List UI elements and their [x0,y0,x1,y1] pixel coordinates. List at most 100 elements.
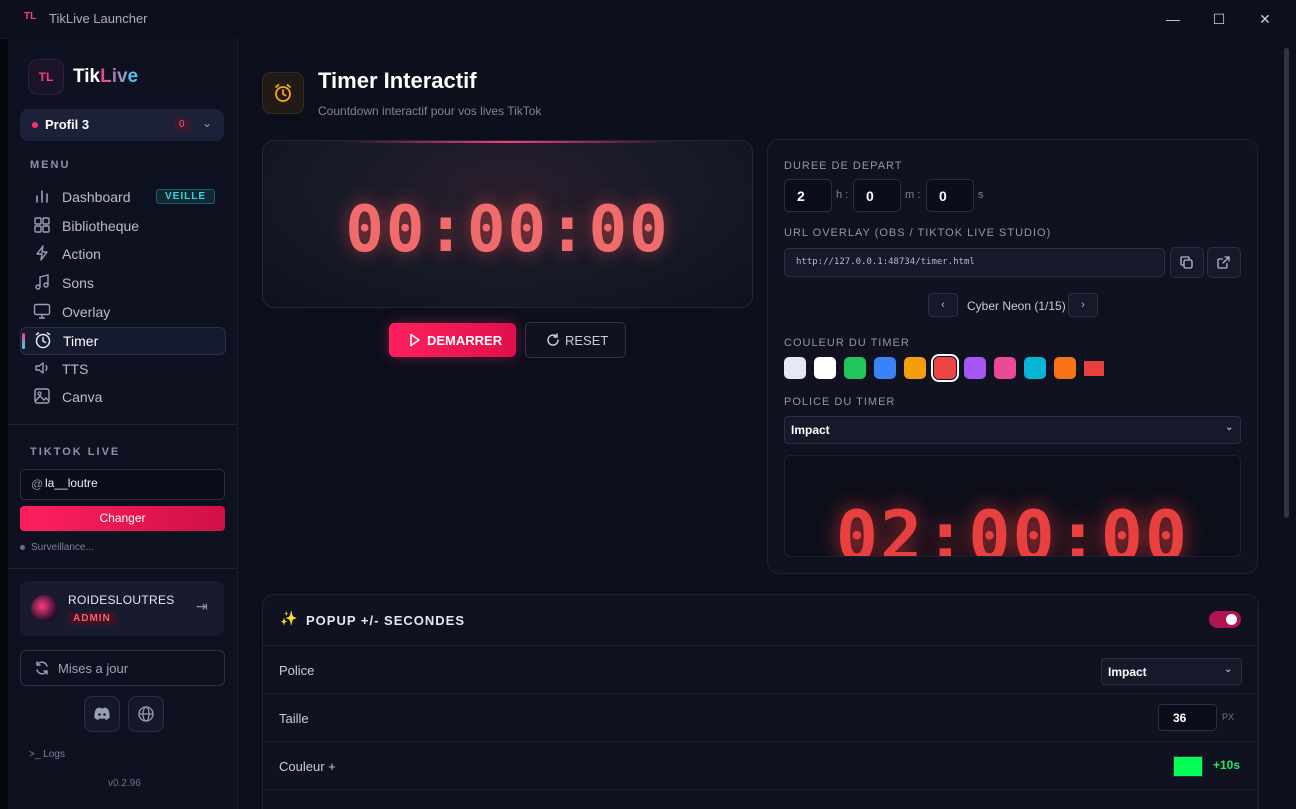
title-bar: TL TikLive Launcher — ☐ ✕ [0,0,1296,39]
reset-button[interactable]: RESET [525,322,626,358]
color-swatch[interactable] [844,357,866,379]
sidebar-item-canva[interactable]: Canva [20,384,224,410]
popup-size-input[interactable]: 36 [1158,704,1217,731]
image-icon [34,388,50,404]
sidebar-item-sons[interactable]: Sons [20,270,224,296]
timer-font-select[interactable]: Impact ⌄ [784,416,1241,444]
minutes-input[interactable]: 0 [853,179,901,212]
color-swatch[interactable] [784,357,806,379]
monitor-icon [33,303,51,319]
main-scrollbar[interactable] [1284,48,1289,518]
color-swatch[interactable] [964,357,986,379]
minutes-value: 0 [866,188,874,204]
updates-label: Mises a jour [58,661,129,676]
seconds-input[interactable]: 0 [926,179,974,212]
overlay-url-value: http://127.0.0.1:48734/timer.html [796,257,975,267]
watch-status: Surveillance... [20,542,94,553]
main-content: Timer Interactif Countdown interactif po… [238,38,1296,809]
hours-unit: h : [836,189,849,201]
timer-font-value: Impact [791,423,830,437]
start-button[interactable]: DEMARRER [389,323,516,357]
minutes-unit: m : [905,189,921,201]
theme-prev-button[interactable]: ‹ [928,293,958,317]
profile-selector[interactable]: Profil 3 0 ⌄ [20,109,224,141]
color-swatch[interactable] [994,357,1016,379]
logs-link[interactable]: >_ Logs [29,749,65,760]
app-logo-icon: TL [24,11,37,22]
sidebar-item-label: Overlay [62,304,111,320]
bolt-icon [36,245,48,261]
sidebar-item-action[interactable]: Action [20,241,224,267]
hours-input[interactable]: 2 [784,179,832,212]
sidebar-item-overlay[interactable]: Overlay [20,299,224,325]
tiktok-username-field[interactable]: @ [20,469,225,500]
change-user-button[interactable]: Changer [20,506,225,531]
color-swatch[interactable] [904,357,926,379]
profile-name: Profil 3 [45,117,90,132]
copy-icon [1180,256,1193,269]
reset-button-label: RESET [565,333,609,348]
play-icon [410,333,420,347]
tiktok-username-input[interactable] [43,475,217,491]
popup-toggle[interactable] [1209,611,1241,628]
updates-button[interactable]: Mises a jour [20,650,225,686]
sidebar-item-label: Timer [63,333,99,349]
avatar [31,595,59,623]
timer-color-label: COULEUR DU TIMER [784,337,910,349]
popup-color-plus-preview: +10s [1213,758,1241,772]
popup-seconds-card: ✨ POPUP +/- SECONDES Police Impact ⌄ Tai… [262,594,1259,809]
close-button[interactable]: ✕ [1250,8,1280,30]
popup-size-value: 36 [1173,711,1187,725]
app-version: v0.2.96 [108,778,141,789]
hours-value: 2 [797,188,805,204]
website-button[interactable] [128,696,164,732]
custom-color-picker[interactable] [1084,361,1104,376]
popup-card-header: ✨ POPUP +/- SECONDES [263,595,1258,646]
popup-font-value: Impact [1108,665,1147,679]
theme-name: Cyber Neon (1/15) [967,299,1066,313]
color-swatch[interactable] [814,357,836,379]
popup-color-plus-row: Couleur + +10s [263,742,1258,790]
sidebar-item-label: Action [62,246,101,262]
overlay-url-field[interactable]: http://127.0.0.1:48734/timer.html [784,248,1165,277]
page-title: Timer Interactif [318,68,477,93]
chevron-down-icon: ⌄ [1225,422,1234,433]
profile-status-dot [32,122,38,128]
sidebar-divider [8,424,237,425]
sidebar-item-label: Sons [62,275,94,291]
sidebar-item-tts[interactable]: TTS [20,356,224,382]
sparkles-icon: ✨ [280,610,298,626]
popup-size-unit: PX [1222,712,1235,722]
color-swatch[interactable] [874,357,896,379]
timer-font-label: POLICE DU TIMER [784,396,896,408]
color-swatch[interactable] [1024,357,1046,379]
globe-icon [138,706,154,722]
sidebar-item-label: Canva [62,389,103,405]
popup-color-plus-label: Couleur + [279,759,336,774]
popup-font-select[interactable]: Impact ⌄ [1101,658,1242,685]
sidebar-item-label: Dashboard [62,189,131,205]
minimize-button[interactable]: — [1158,8,1188,30]
maximize-button[interactable]: ☐ [1204,8,1234,30]
logout-icon[interactable]: ⇥ [196,598,208,615]
color-swatch[interactable] [931,354,959,382]
theme-next-button[interactable]: › [1068,293,1098,317]
watch-status-text: Surveillance... [31,542,94,553]
external-link-icon [1217,256,1230,269]
open-url-button[interactable] [1207,247,1241,278]
status-dot [20,544,25,550]
popup-size-row: Taille 36 PX [263,694,1258,742]
bar-chart-icon [36,190,48,203]
app-window: TL TikLive Launcher — ☐ ✕ TL TikLive Pro… [0,0,1296,809]
chevron-down-icon: ⌄ [202,116,213,130]
color-swatch[interactable] [1054,357,1076,379]
sidebar-item-bibliotheque[interactable]: Bibliotheque [20,213,224,239]
discord-button[interactable] [84,696,120,732]
copy-url-button[interactable] [1170,247,1204,278]
popup-color-plus-picker[interactable] [1173,756,1203,777]
sidebar-item-dashboard[interactable]: Dashboard VEILLE [20,184,224,210]
sidebar-item-label: TTS [62,361,89,377]
desktop-background [0,38,8,809]
sidebar-item-timer[interactable]: Timer [20,327,226,355]
profile-count-badge: 0 [174,118,190,132]
